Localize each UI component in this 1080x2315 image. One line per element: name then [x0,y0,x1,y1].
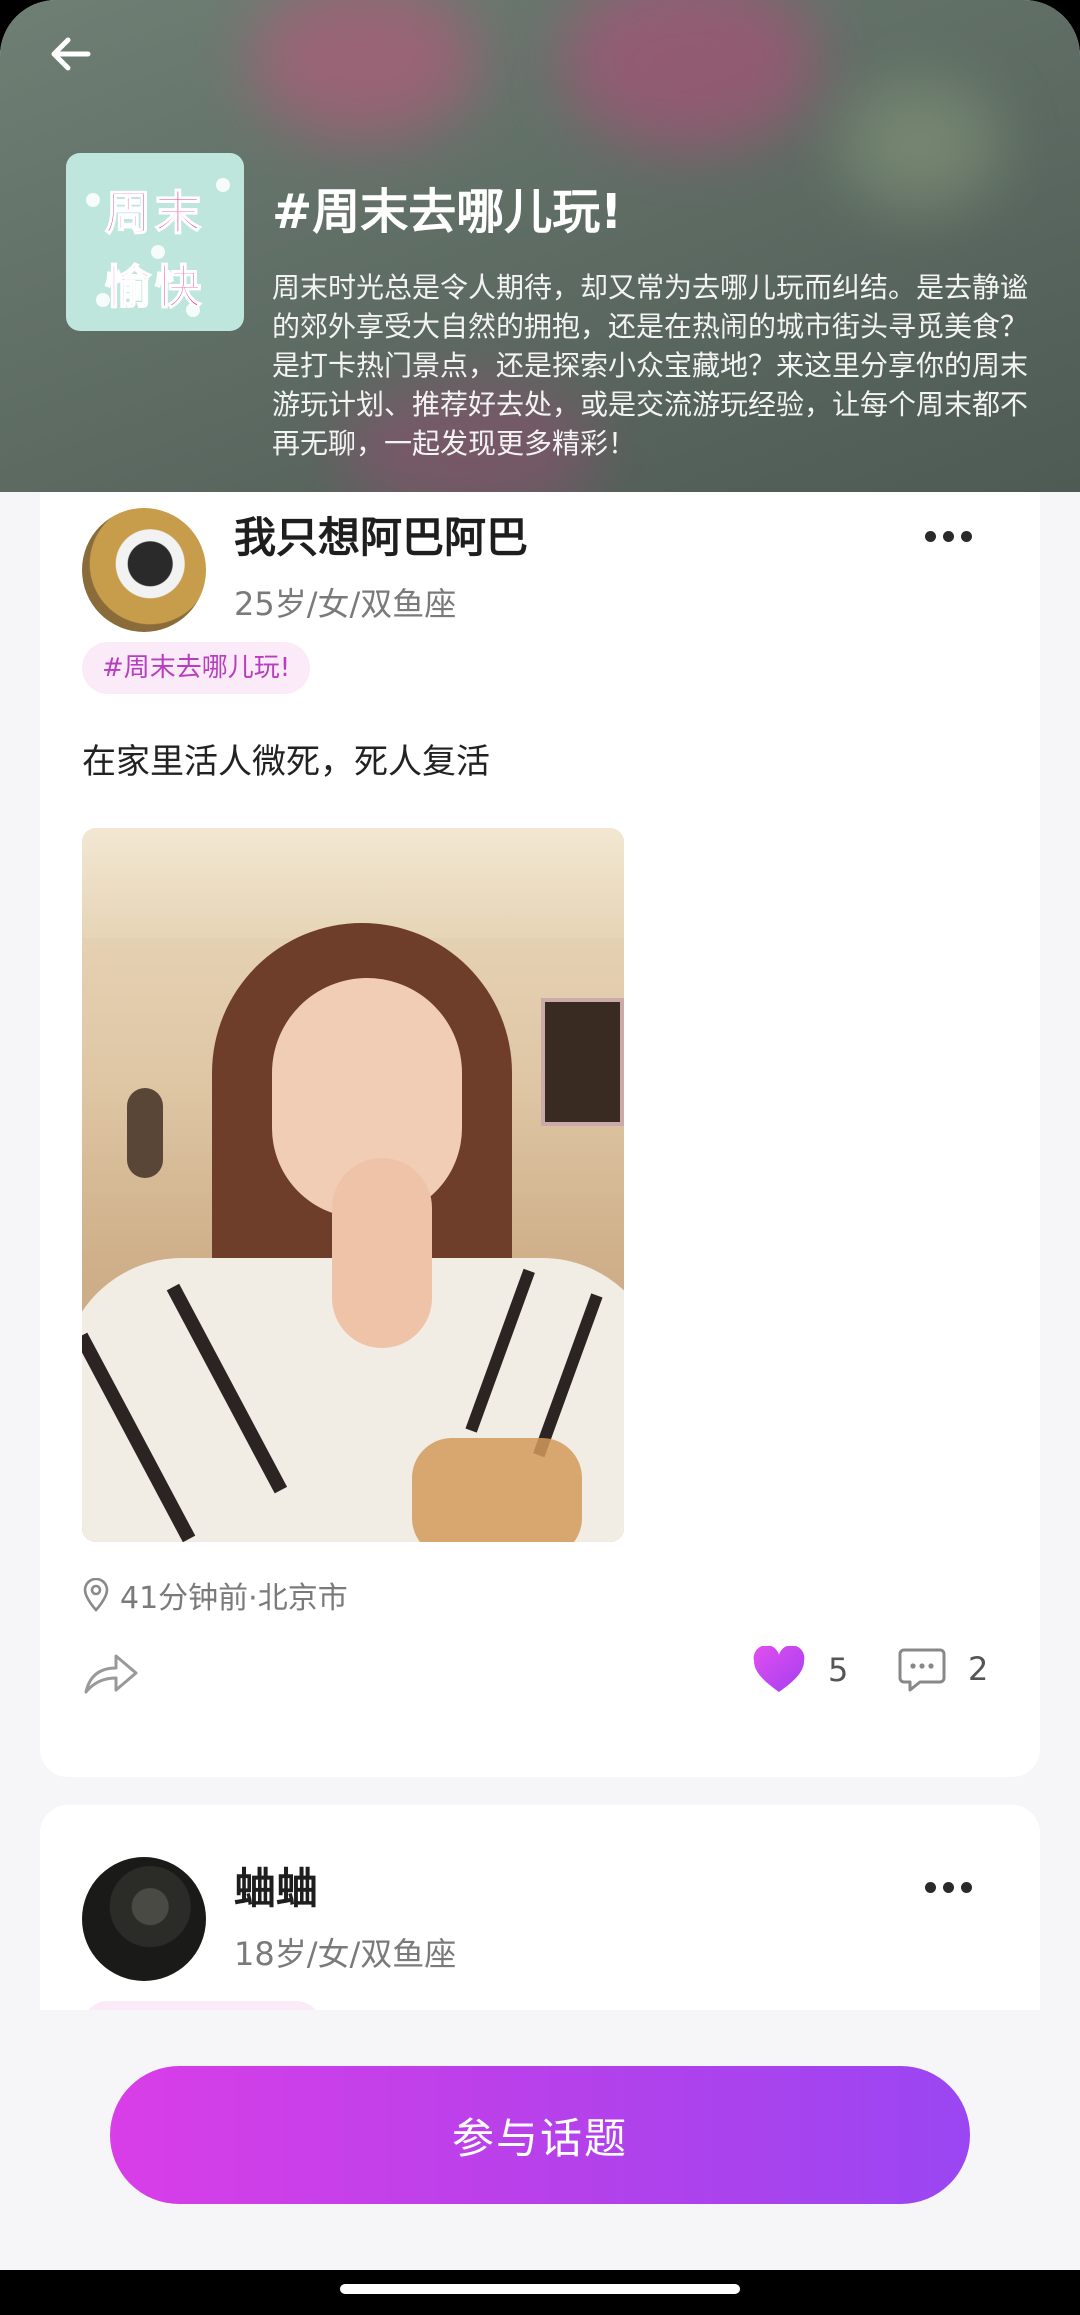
comment-icon [898,1648,946,1692]
post-feed[interactable]: 我只想阿巴阿巴 25岁/女/双鱼座 #周末去哪儿玩! 在家里活人微死，死人复活 [0,492,1080,2010]
topic-tag-partial [82,2001,322,2010]
comment-button[interactable]: 2 [898,1646,988,1692]
username[interactable]: 蛐蛐 [234,1855,318,1916]
topic-title: #周末去哪儿玩! [272,184,623,240]
topic-tag[interactable]: #周末去哪儿玩! [82,642,311,694]
join-topic-button[interactable]: 参与话题 [110,2066,970,2204]
topic-header: 周末 愉快 #周末去哪儿玩! 周末时光总是令人期待，却又常为去哪儿玩而纠结。是去… [0,0,1080,492]
user-meta: 25岁/女/双鱼座 [234,585,457,623]
share-button[interactable] [82,1648,140,1698]
like-count: 5 [828,1651,849,1689]
more-dots-icon [924,1881,936,1893]
app-screen: 周末 愉快 #周末去哪儿玩! 周末时光总是令人期待，却又常为去哪儿玩而纠结。是去… [0,0,1080,2270]
post-card[interactable]: 我只想阿巴阿巴 25岁/女/双鱼座 #周末去哪儿玩! 在家里活人微死，死人复活 [40,492,1040,1777]
more-options-button[interactable] [918,516,978,556]
topic-cover-image: 周末 愉快 [66,153,244,331]
back-arrow-icon [51,37,91,71]
more-options-button[interactable] [918,1867,978,1907]
username[interactable]: 我只想阿巴阿巴 [234,504,528,565]
cover-text-line-1: 周末 [104,185,205,241]
post-card[interactable]: 蛐蛐 18岁/女/双鱼座 [40,1805,1040,2010]
location-pin-icon [83,1578,109,1612]
heart-icon [753,1646,805,1692]
share-icon [84,1654,138,1694]
avatar[interactable] [82,1857,206,1981]
post-photo[interactable] [82,828,624,1542]
post-text: 在家里活人微死，死人复活 [82,742,490,782]
post-location: 41分钟前·北京市 [82,1575,348,1616]
user-meta: 18岁/女/双鱼座 [234,1935,457,1973]
like-button[interactable]: 5 [752,1646,848,1694]
home-indicator[interactable] [340,2284,740,2294]
post-actions: 5 2 [40,1640,1040,1710]
comment-count: 2 [968,1650,989,1688]
post-time-location: 41分钟前·北京市 [120,1581,348,1616]
cover-text-line-2: 愉快 [104,259,205,315]
back-button[interactable] [40,26,100,82]
more-dots-icon [924,530,936,542]
topic-description: 周末时光总是令人期待，却又常为去哪儿玩而纠结。是去静谧的郊外享受大自然的拥抱，还… [272,271,1029,460]
avatar[interactable] [82,508,206,632]
